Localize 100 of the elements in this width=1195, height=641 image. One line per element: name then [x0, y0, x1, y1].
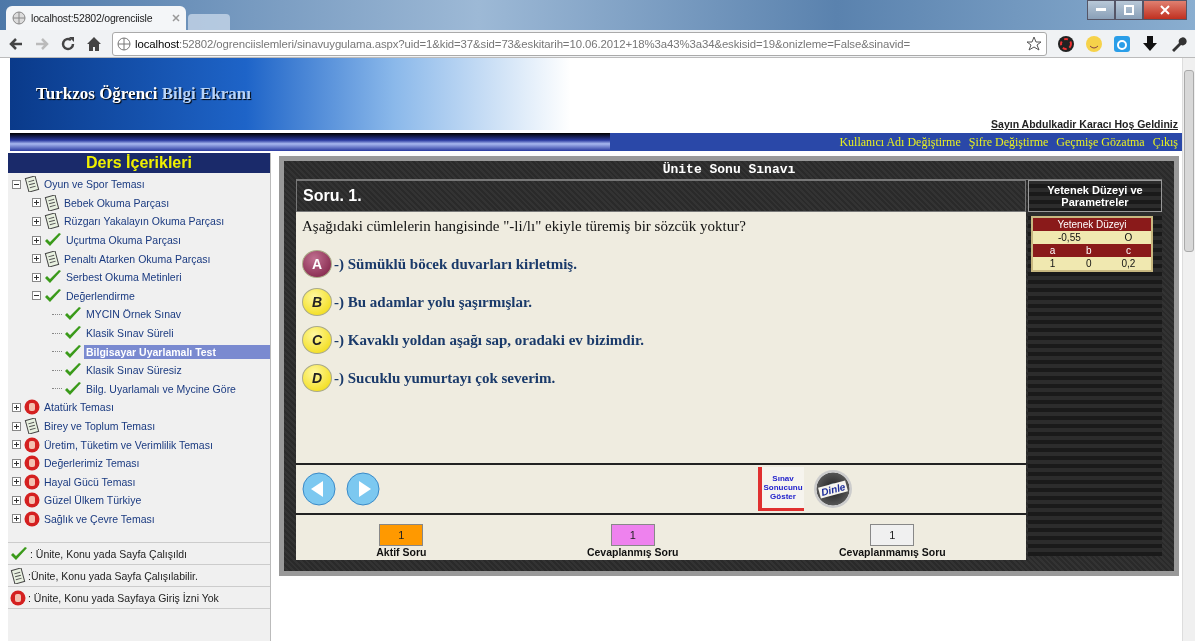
- tree-item[interactable]: Rüzgarı Yakalayın Okuma Parçası: [62, 214, 227, 229]
- close-icon[interactable]: [172, 14, 180, 22]
- tree-item[interactable]: Üretim, Tüketim ve Verimlilik Teması: [42, 437, 215, 452]
- color-wheel-icon[interactable]: [1057, 34, 1075, 53]
- status-swatch: 1: [610, 524, 655, 546]
- previous-button[interactable]: [302, 472, 336, 506]
- menu-link[interactable]: Geçmişe Gözatma: [1056, 134, 1145, 150]
- tree-item[interactable]: Değerlerimiz Teması: [42, 456, 142, 471]
- next-button[interactable]: [346, 472, 380, 506]
- tree-item[interactable]: Klasik Sınav Süresiz: [84, 363, 184, 378]
- expand-icon[interactable]: [12, 402, 22, 412]
- browser-tab[interactable]: localhost:52802/ogrenciisle: [6, 6, 186, 30]
- expand-icon[interactable]: [32, 254, 42, 264]
- question-number: Soru. 1.: [303, 187, 362, 205]
- table-header: b: [1071, 244, 1106, 257]
- stop-hand-icon: [10, 589, 26, 606]
- check-icon: [64, 344, 82, 359]
- check-icon: [64, 307, 82, 322]
- smiley-icon[interactable]: [1085, 34, 1103, 53]
- status-swatch: 1: [379, 524, 424, 546]
- tree-item[interactable]: Bilg. Uyarlamalı ve Mycine Göre: [84, 381, 238, 396]
- listen-button[interactable]: Dinle: [814, 470, 852, 508]
- expand-icon[interactable]: [12, 421, 22, 431]
- tree-item[interactable]: Birey ve Toplum Teması: [42, 419, 158, 433]
- tree-item[interactable]: MYCIN Örnek Sınav: [84, 307, 184, 322]
- close-button[interactable]: [1143, 0, 1187, 20]
- expand-icon[interactable]: [12, 477, 22, 487]
- tree-item[interactable]: Oyun ve Spor Teması: [42, 177, 147, 192]
- option-text[interactable]: -) Kavaklı yoldan aşağı sap, oradaki ev bizimdir.: [334, 331, 644, 349]
- tree-item[interactable]: Uçurtma Okuma Parçası: [64, 233, 183, 248]
- tree-item[interactable]: Klasik Sınav Süreli: [84, 326, 176, 341]
- tree-item[interactable]: Atatürk Teması: [42, 400, 116, 415]
- menu-link[interactable]: Kullanıcı Adı Değiştirme: [839, 134, 961, 150]
- notepad-icon: [24, 176, 40, 193]
- stop-hand-icon: [24, 473, 40, 490]
- notepad-icon: [10, 567, 26, 584]
- table-cell: 0,2: [1105, 257, 1152, 271]
- option-button[interactable]: D: [302, 364, 332, 392]
- check-icon: [64, 363, 82, 378]
- expand-icon[interactable]: [32, 217, 42, 226]
- stop-hand-icon: [24, 399, 40, 416]
- tree-item[interactable]: Güzel Ülkem Türkiye: [42, 493, 144, 508]
- option-text[interactable]: -) Sucuklu yumurtayı çok severim.: [334, 369, 556, 387]
- collapse-icon[interactable]: [32, 291, 42, 301]
- option-button[interactable]: A: [302, 250, 332, 278]
- table-cell: 1: [1032, 257, 1072, 271]
- notepad-icon: [44, 250, 60, 267]
- table-header: a: [1032, 244, 1072, 257]
- tree-item[interactable]: Hayal Gücü Teması: [42, 474, 138, 489]
- question-text: Aşağıdaki cümlelerin hangisinde "-li/lı" ekiyle türemiş bir sözcük yoktur?: [302, 218, 747, 235]
- option-button[interactable]: B: [302, 288, 332, 316]
- expand-icon[interactable]: [12, 458, 22, 468]
- home-icon[interactable]: [86, 35, 102, 52]
- sidebar-title: Ders İçerikleri: [8, 153, 270, 173]
- table-header: c: [1105, 244, 1152, 257]
- address-bar[interactable]: localhost:52802/ogrenciislemleri/sinavuygulama.aspx?uid=1&kid=37&sid=73&eskitarih=10.06.2012+18%3a43%3a34&eskisid=19&onizleme=False&sinavid=: [112, 31, 1047, 56]
- stop-hand-icon: [24, 455, 40, 472]
- maximize-button[interactable]: [1115, 0, 1143, 20]
- check-icon: [44, 288, 62, 303]
- tree-item[interactable]: Serbest Okuma Metinleri: [64, 270, 184, 285]
- status-label: Aktif Soru: [376, 546, 427, 558]
- bookmark-app-icon[interactable]: [1113, 34, 1131, 53]
- scrollbar[interactable]: [1182, 58, 1195, 641]
- expand-icon[interactable]: [12, 495, 22, 505]
- collapse-icon[interactable]: [12, 179, 22, 189]
- option-text[interactable]: -) Sümüklü böcek duvarları kirletmiş.: [334, 255, 577, 273]
- tree-item[interactable]: Sağlık ve Çevre Teması: [42, 512, 157, 526]
- show-result-button[interactable]: Sınav Sonucunu Göster: [758, 467, 804, 511]
- expand-icon[interactable]: [32, 272, 42, 282]
- check-icon: [44, 233, 62, 248]
- menu-link[interactable]: Şifre Değiştirme: [968, 134, 1049, 150]
- menu-link[interactable]: Çıkış: [1152, 134, 1178, 150]
- tree-item[interactable]: Değerlendirme: [64, 288, 137, 303]
- minimize-button[interactable]: [1087, 0, 1115, 20]
- legend-text: : Ünite, Konu yada Sayfa Çalışıldı: [30, 547, 187, 560]
- tree-item[interactable]: Bebek Okuma Parçası: [62, 195, 172, 210]
- tree-item[interactable]: Penaltı Atarken Okuma Parçası: [62, 251, 213, 266]
- check-icon: [64, 326, 82, 341]
- maximize-icon: [1124, 5, 1134, 15]
- expand-icon[interactable]: [32, 198, 42, 208]
- expand-icon[interactable]: [32, 235, 42, 245]
- close-icon: [1160, 5, 1170, 15]
- site-title: Turkzos Öğrenci Bilgi Ekranı: [36, 84, 251, 104]
- status-label: Cevaplanmamış Soru: [838, 546, 946, 558]
- back-icon[interactable]: [8, 35, 24, 52]
- legend-text: :Ünite, Konu yada Sayfa Çalışılabilir.: [28, 569, 198, 582]
- check-icon: [44, 270, 62, 285]
- reload-icon[interactable]: [60, 35, 76, 52]
- notepad-icon: [44, 194, 60, 211]
- expand-icon[interactable]: [12, 440, 22, 450]
- table-cell: 0: [1071, 257, 1106, 271]
- welcome-link[interactable]: Sayın Abdulkadir Karacı Hoş Geldiniz: [991, 118, 1178, 130]
- table-cell: O: [1105, 231, 1152, 244]
- expand-icon[interactable]: [12, 514, 22, 524]
- check-icon: [10, 546, 28, 561]
- download-icon[interactable]: [1141, 34, 1159, 53]
- globe-icon: [12, 11, 26, 25]
- option-text[interactable]: -) Bu adamlar yolu şaşırmışlar.: [334, 293, 532, 311]
- option-button[interactable]: C: [302, 326, 332, 354]
- stop-hand-icon: [24, 436, 40, 453]
